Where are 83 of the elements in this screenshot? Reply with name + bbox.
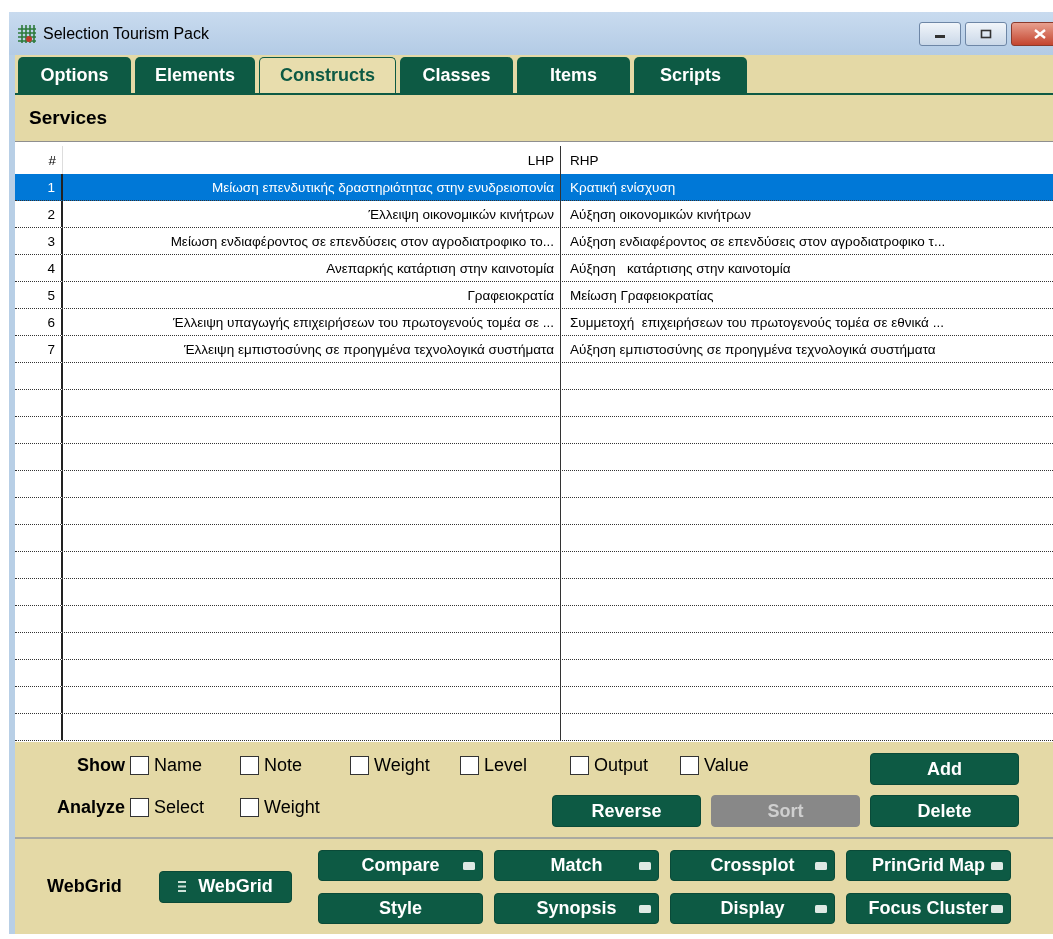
table-cell: Μείωση επενδυτικής δραστηριότητας στην ενυδρειοπονία: [63, 174, 561, 200]
checkbox-label: Level: [484, 755, 528, 776]
webgrid-label: WebGrid: [47, 876, 123, 897]
checkbox[interactable]: [460, 756, 479, 775]
checkbox-label: Note: [264, 755, 303, 776]
table-cell: Έλλειψη υπαγωγής επιχειρήσεων του πρωτογενούς τομέα σε ...: [63, 309, 561, 335]
tab[interactable]: Items: [517, 57, 631, 93]
checkbox[interactable]: [240, 798, 259, 817]
table-cell: Μείωση ενδιαφέροντος σε επενδύσεις στον αγροδιατροφικο το...: [63, 228, 561, 254]
tool-button[interactable]: Style: [318, 892, 483, 924]
checkbox[interactable]: [240, 756, 259, 775]
table-cell: 2: [15, 201, 63, 227]
table-row[interactable]: 5 Γραφειοκρατία Μείωση Γραφειοκρατίας: [15, 282, 1053, 309]
column-header: RHP: [569, 151, 600, 170]
table-row[interactable]: 7 Έλλειψη εμπιστοσύνης σε προηγμένα τεχνολογικά συστήματα Αύξηση εμπιστοσύνης σε προηγμένα τεχνολογικά συστήματα: [15, 336, 1053, 363]
table-row[interactable]: 2 Έλλειψη οικονομικών κινήτρων Αύξηση οικονομικών κινήτρων: [15, 201, 1053, 228]
checkbox[interactable]: [680, 756, 699, 775]
checkbox-label: Weight: [374, 755, 430, 776]
menu-icon: [178, 880, 187, 893]
tab[interactable]: Classes: [400, 57, 514, 93]
table-cell-text: Κρατική ενίσχυση: [569, 178, 677, 197]
checkbox[interactable]: [570, 756, 589, 775]
tab[interactable]: Constructs: [259, 57, 397, 93]
tool-button[interactable]: PrinGrid Map: [846, 849, 1011, 881]
grid-icon: [17, 23, 37, 44]
action-button[interactable]: Add: [870, 753, 1019, 785]
minimize-button[interactable]: [919, 21, 961, 46]
dropdown-icon: [991, 904, 1003, 913]
tool-button[interactable]: Synopsis: [494, 892, 659, 924]
table-cell-text: Αύξηση εμπιστοσύνης σε προηγμένα τεχνολογικά συστήματα: [569, 340, 937, 359]
close-icon: [1034, 28, 1046, 39]
table-cell: Γραφειοκρατία: [63, 282, 561, 308]
close-button[interactable]: [1011, 21, 1053, 46]
action-button[interactable]: Delete: [870, 795, 1019, 827]
tab[interactable]: Options: [18, 57, 131, 93]
table-cell-text: Αύξηση ενδιαφέροντος σε επενδύσεις στον αγροδιατροφικο τ...: [569, 232, 947, 251]
tool-button[interactable]: Display: [670, 892, 835, 924]
table-cell: 1: [15, 174, 63, 200]
tool-button[interactable]: Compare: [318, 849, 483, 881]
webgrid-button[interactable]: WebGrid: [159, 870, 292, 903]
table-cell: 5: [15, 282, 63, 308]
section-title: Services: [29, 107, 108, 129]
checkbox-label: Name: [154, 755, 202, 776]
tab[interactable]: Scripts: [634, 57, 748, 93]
dropdown-icon: [815, 861, 827, 870]
table-cell: 3: [15, 228, 63, 254]
maximize-icon: [980, 28, 992, 39]
minimize-icon: [935, 35, 945, 38]
table-row[interactable]: 4 Ανεπαρκής κατάρτιση στην καινοτομία Αύξηση κατάρτισης στην καινοτομία: [15, 255, 1053, 282]
checkbox-label: Weight: [264, 797, 320, 818]
table-cell: Έλλειψη οικονομικών κινήτρων: [63, 201, 561, 227]
table-cell-text: Συμμετοχή επιχειρήσεων του πρωτογενούς τομέα σε εθνικά ...: [569, 313, 945, 332]
dropdown-icon: [463, 861, 475, 870]
tab[interactable]: Elements: [135, 57, 256, 93]
tool-button[interactable]: Match: [494, 849, 659, 881]
checkbox[interactable]: [130, 756, 149, 775]
action-button[interactable]: Reverse: [552, 795, 701, 827]
table-row[interactable]: 6 Έλλειψη υπαγωγής επιχειρήσεων του πρωτογενούς τομέα σε ... Συμμετοχή επιχειρήσεων του πρωτογενούς τομέα σε εθνικά ...: [15, 309, 1053, 336]
window-title: Selection Tourism Pack: [43, 24, 209, 43]
dropdown-icon: [639, 904, 651, 913]
table-cell: Έλλειψη εμπιστοσύνης σε προηγμένα τεχνολογικά συστήματα: [63, 336, 561, 362]
table-cell: 4: [15, 255, 63, 281]
dropdown-icon: [639, 861, 651, 870]
checkbox-label: Value: [704, 755, 749, 776]
table-row[interactable]: 1 Μείωση επενδυτικής δραστηριότητας στην ενυδρειοπονία Κρατική ενίσχυση: [15, 174, 1053, 201]
table-cell-text: Αύξηση κατάρτισης στην καινοτομία: [569, 259, 792, 278]
tool-button[interactable]: Crossplot: [670, 849, 835, 881]
checkbox-label: Select: [154, 797, 205, 818]
table-cell: Ανεπαρκής κατάρτιση στην καινοτομία: [63, 255, 561, 281]
table-row[interactable]: 3 Μείωση ενδιαφέροντος σε επενδύσεις στον αγροδιατροφικο το... Αύξηση ενδιαφέροντος σε επενδύσεις στον αγροδιατροφικο τ...: [15, 228, 1053, 255]
dropdown-icon: [991, 861, 1003, 870]
analyze-label: Analyze: [55, 797, 126, 818]
tool-button[interactable]: Focus Cluster: [846, 892, 1011, 924]
maximize-button[interactable]: [965, 21, 1007, 46]
checkbox-label: Output: [594, 755, 649, 776]
dropdown-icon: [815, 904, 827, 913]
table-cell-text: Αύξηση οικονομικών κινήτρων: [569, 205, 753, 224]
table-cell: 6: [15, 309, 63, 335]
table-cell: 7: [15, 336, 63, 362]
show-label: Show: [76, 755, 126, 776]
table-cell-text: Μείωση Γραφειοκρατίας: [569, 286, 715, 305]
checkbox[interactable]: [130, 798, 149, 817]
checkbox[interactable]: [350, 756, 369, 775]
